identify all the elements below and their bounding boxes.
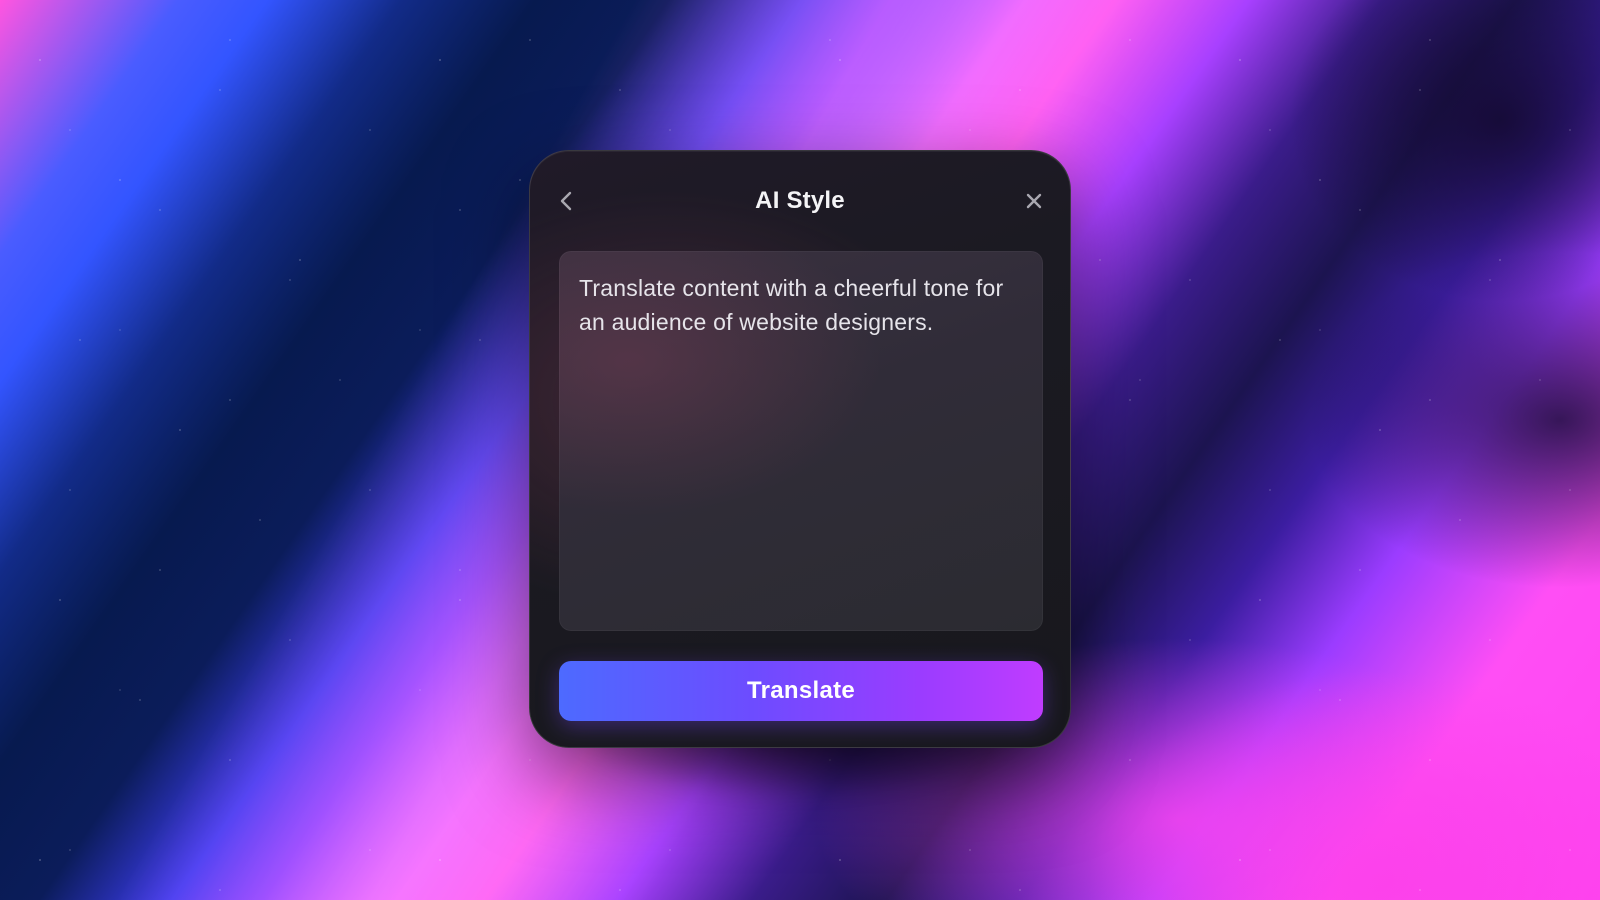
style-prompt-input[interactable]: Translate content with a cheerful tone f… bbox=[559, 251, 1043, 631]
close-icon bbox=[1026, 193, 1042, 209]
close-button[interactable] bbox=[1018, 185, 1050, 217]
translate-button[interactable]: Translate bbox=[559, 661, 1043, 721]
dialog-title: AI Style bbox=[755, 187, 845, 214]
dialog-header: AI Style bbox=[530, 151, 1070, 251]
prompt-textarea-container: Translate content with a cheerful tone f… bbox=[559, 251, 1043, 631]
ai-style-dialog: AI Style Translate content with a cheerf… bbox=[529, 150, 1071, 748]
